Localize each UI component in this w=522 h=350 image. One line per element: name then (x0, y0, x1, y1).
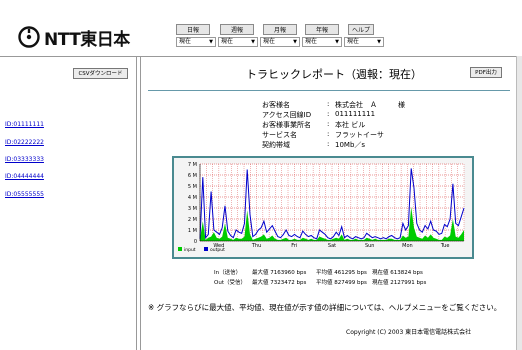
logo-text: NTT東日本 (44, 29, 130, 50)
tab-yearly[interactable]: 年報 (305, 24, 339, 35)
chevron-down-icon: ▼ (377, 39, 381, 45)
info-label-office: お客様事業所名 (262, 121, 311, 129)
info-colon: : (327, 100, 330, 108)
page-title: トラヒックレポート（週報：現在） (246, 68, 422, 81)
sidebar-link-id-2[interactable]: ID:02222222 (5, 139, 44, 146)
x-tick-label: Sat (328, 243, 336, 249)
yearly-select-value: 現在 (305, 38, 318, 45)
y-tick-label: 4 M (188, 195, 197, 201)
info-label-line-id: アクセス回線ID (262, 111, 312, 119)
sidebar-divider-left (136, 56, 137, 350)
stats-out-avg: 平均値 827499 bps (316, 280, 367, 286)
stats-out-cur: 現在値 2127991 bps (372, 280, 427, 286)
info-label-customer: お客様名 (262, 101, 290, 109)
stats-out-max: 最大値 7323472 bps (252, 280, 307, 286)
chevron-down-icon: ▼ (209, 39, 213, 45)
info-colon: : (327, 140, 330, 148)
info-value-bandwidth: 10Mb／s (335, 141, 366, 149)
ntt-logo-icon (18, 26, 40, 48)
info-label-service: サービス名 (262, 131, 297, 139)
help-select-value: 現在 (347, 38, 360, 45)
info-value-service: フラットイーサ (335, 131, 384, 139)
header-divider (0, 56, 522, 57)
stats-in-label: In（送信） (214, 270, 242, 276)
y-tick-label: 3 M (188, 206, 197, 212)
info-colon: : (327, 130, 330, 138)
help-select[interactable]: 現在 ▼ (344, 37, 384, 47)
traffic-chart: 7 M6 M5 M4 M3 M2 M1 M0Wed Thu Fri Sat Sun Mon… (172, 156, 474, 259)
help-notice: ※ グラフならびに最大値、平均値、現在値が示す値の詳細については、ヘルプメニュー… (148, 303, 502, 312)
sidebar-link-id-1[interactable]: ID:01111111 (5, 121, 44, 128)
x-tick-label: Fri (291, 243, 297, 249)
sidebar-divider-right (140, 56, 141, 350)
tab-weekly[interactable]: 週報 (220, 24, 254, 35)
chevron-down-icon: ▼ (293, 39, 297, 45)
y-tick-label: 2 M (188, 217, 197, 223)
yearly-select[interactable]: 現在 ▼ (302, 37, 342, 47)
chevron-down-icon: ▼ (335, 39, 339, 45)
info-value-line-id: 011111111 (335, 110, 376, 118)
stats-in-max: 最大値 7163960 bps (252, 270, 307, 276)
info-label-bandwidth: 契約帯域 (262, 141, 290, 149)
stats-in-cur: 現在値 613824 bps (372, 270, 423, 276)
scrollbar[interactable] (516, 56, 522, 350)
sidebar-link-id-5[interactable]: ID:05555555 (5, 191, 44, 198)
y-tick-label: 1 M (188, 228, 197, 234)
daily-select-value: 現在 (179, 38, 192, 45)
legend-input-label: input (184, 247, 196, 253)
legend-output-label: output (210, 247, 225, 253)
csv-download-button[interactable]: CSVダウンロード (73, 68, 128, 79)
x-tick-label: Sun (365, 243, 375, 249)
info-value-office: 本社 ビル (335, 121, 366, 129)
legend-input-swatch (178, 247, 182, 251)
y-tick-label: 7 M (188, 162, 197, 168)
weekly-select[interactable]: 現在 ▼ (218, 37, 258, 47)
stats-out-label: Out（受信） (214, 280, 246, 286)
ntt-logo: NTT東日本 (18, 24, 130, 50)
x-tick-label: Thu (251, 243, 261, 249)
y-tick-label: 0 (194, 239, 197, 245)
sidebar-link-id-3[interactable]: ID:03333333 (5, 156, 44, 163)
info-colon: : (327, 110, 330, 118)
tab-help[interactable]: ヘルプ (348, 24, 374, 35)
title-rule (148, 90, 510, 91)
monthly-select-value: 現在 (263, 38, 276, 45)
legend-output-swatch (204, 247, 208, 251)
info-value-customer: 株式会社 Ａ 様 (335, 101, 405, 109)
chevron-down-icon: ▼ (251, 39, 255, 45)
y-tick-label: 6 M (188, 173, 197, 179)
weekly-select-value: 現在 (221, 38, 234, 45)
tab-monthly[interactable]: 月報 (263, 24, 297, 35)
pdf-output-button[interactable]: PDF出力 (470, 67, 502, 78)
daily-select[interactable]: 現在 ▼ (176, 37, 216, 47)
tab-daily[interactable]: 日報 (176, 24, 210, 35)
x-tick-label: Tue (440, 243, 450, 249)
stats-in-avg: 平均値 461295 bps (316, 270, 367, 276)
copyright: Copyright (C) 2003 東日本電信電話株式会社 (346, 329, 472, 336)
y-tick-label: 5 M (188, 184, 197, 190)
info-colon: : (327, 120, 330, 128)
monthly-select[interactable]: 現在 ▼ (260, 37, 300, 47)
x-tick-label: Mon (402, 243, 413, 249)
sidebar-link-id-4[interactable]: ID:04444444 (5, 173, 44, 180)
